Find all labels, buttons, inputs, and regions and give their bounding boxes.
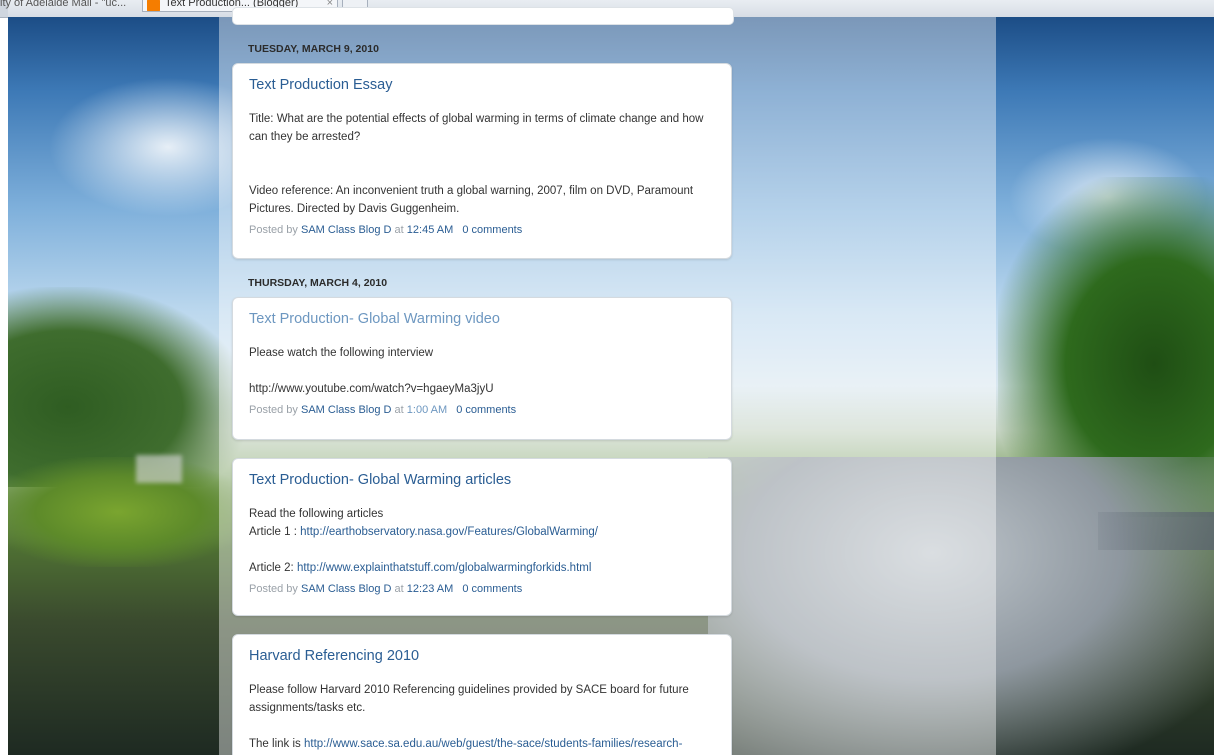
post-paragraph: Read the following articles — [249, 508, 384, 520]
at-label: at — [394, 404, 404, 416]
post-card: Text Production- Global Warming video Pl… — [232, 297, 732, 440]
post-footer: Posted by SAM Class Blog D at 12:23 AM 0… — [249, 581, 715, 597]
date-header: TUESDAY, MARCH 9, 2010 — [248, 43, 379, 55]
author-link[interactable]: SAM Class Blog D — [301, 224, 391, 236]
article-link[interactable]: http://earthobservatory.nasa.gov/Feature… — [300, 526, 598, 538]
reference-link[interactable]: http://www.sace.sa.edu.au/web/guest/the-… — [304, 738, 682, 750]
article-link[interactable]: http://www.explainthatstuff.com/globalwa… — [297, 562, 591, 574]
comments-link[interactable]: 0 comments — [462, 224, 522, 236]
post-time-link[interactable]: 12:45 AM — [407, 224, 453, 236]
comments-link[interactable]: 0 comments — [462, 583, 522, 595]
post-title-link[interactable]: Text Production Essay — [249, 77, 392, 93]
author-link[interactable]: SAM Class Blog D — [301, 404, 391, 416]
post-paragraph: http://www.youtube.com/watch?v=hgaeyMa3j… — [249, 383, 494, 395]
post-paragraph: Article 2: http://www.explainthatstuff.c… — [249, 559, 715, 577]
post-time-link[interactable]: 12:23 AM — [407, 583, 453, 595]
post-body: Read the following articles Article 1 : … — [249, 505, 715, 577]
post-footer: Posted by SAM Class Blog D at 12:45 AM 0… — [249, 222, 715, 238]
post-body: Please watch the following interview htt… — [249, 344, 715, 398]
comments-link[interactable]: 0 comments — [456, 404, 516, 416]
posted-by-label: Posted by — [249, 404, 298, 416]
grass-shape — [8, 457, 248, 567]
browser-tab-mail[interactable]: ity of Adelaide Mail - "uc... — [0, 0, 136, 12]
post-body: Please follow Harvard 2010 Referencing g… — [249, 681, 715, 753]
posted-by-label: Posted by — [249, 583, 298, 595]
article-label: Article 2: — [249, 562, 294, 574]
post-paragraph: Please watch the following interview — [249, 347, 434, 359]
post-title-link[interactable]: Harvard Referencing 2010 — [249, 648, 419, 664]
blogger-favicon-icon — [147, 0, 160, 11]
posted-by-label: Posted by — [249, 224, 298, 236]
blog-main-column: TUESDAY, MARCH 9, 2010 Text Production E… — [219, 7, 996, 755]
date-header: THURSDAY, MARCH 4, 2010 — [248, 277, 388, 289]
post-card: Harvard Referencing 2010 Please follow H… — [232, 634, 732, 755]
previous-post-card-bottom — [232, 7, 734, 25]
link-prefix: The link is — [249, 738, 301, 750]
post-paragraph: The link is http://www.sace.sa.edu.au/we… — [249, 735, 715, 753]
post-title-link[interactable]: Text Production- Global Warming video — [249, 311, 500, 327]
at-label: at — [394, 583, 404, 595]
post-card: Text Production Essay Title: What are th… — [232, 63, 732, 259]
author-link[interactable]: SAM Class Blog D — [301, 583, 391, 595]
article-label: Article 1 : — [249, 526, 297, 538]
guardrail-shape — [1098, 512, 1214, 550]
post-title-link[interactable]: Text Production- Global Warming articles — [249, 472, 511, 488]
post-body: Title: What are the potential effects of… — [249, 110, 715, 218]
post-paragraph: Please follow Harvard 2010 Referencing g… — [249, 684, 689, 714]
tab-label: ity of Adelaide Mail - "uc... — [0, 0, 127, 9]
roadside-sign-shape — [136, 455, 182, 483]
post-card: Text Production- Global Warming articles… — [232, 458, 732, 616]
post-footer: Posted by SAM Class Blog D at 1:00 AM 0 … — [249, 402, 715, 418]
post-time-link[interactable]: 1:00 AM — [407, 404, 447, 416]
post-paragraph: Video reference: An inconvenient truth a… — [249, 185, 694, 215]
at-label: at — [394, 224, 404, 236]
post-paragraph: Article 1 : http://earthobservatory.nasa… — [249, 523, 715, 541]
post-paragraph: Title: What are the potential effects of… — [249, 113, 704, 143]
